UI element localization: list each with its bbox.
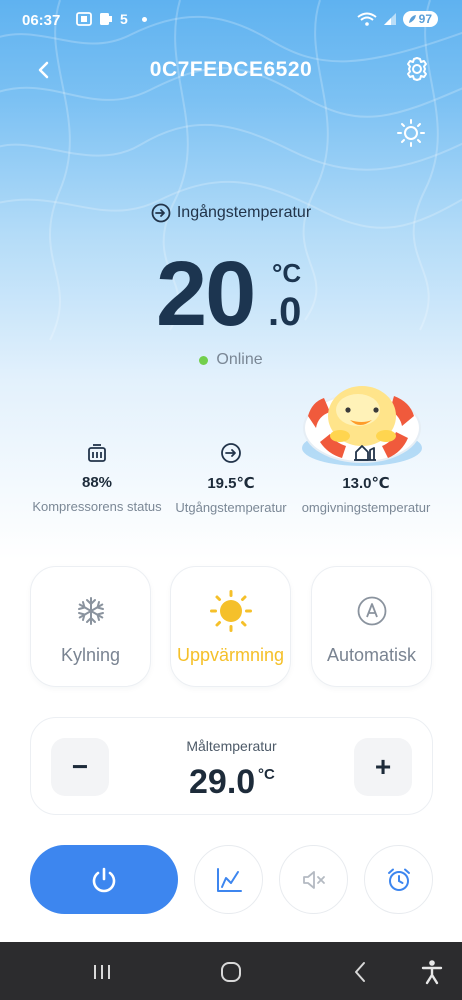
- alarm-clock-icon: [387, 868, 410, 891]
- timer-button[interactable]: [364, 845, 433, 914]
- compressor-label: Kompressorens status: [32, 499, 162, 514]
- recent-apps-button[interactable]: [88, 958, 116, 986]
- mode-heating-button[interactable]: Uppvärmning: [170, 566, 291, 687]
- online-dot: [199, 355, 209, 365]
- page-title: 0C7FEDCE6520: [149, 58, 313, 81]
- inlet-icon: [151, 203, 171, 223]
- battery-indicator: 97: [402, 11, 438, 27]
- battery-saver-icon: [408, 15, 416, 23]
- ambient-label: omgivningstemperatur: [301, 500, 431, 515]
- outlet-value: 19.5℃: [207, 475, 255, 492]
- sun-icon: [397, 119, 425, 147]
- increase-temperature-button[interactable]: +: [354, 738, 412, 796]
- notification-dot: [141, 16, 147, 22]
- snowflake-icon: [31, 593, 150, 629]
- status-bar: 06:37 5 97: [0, 0, 462, 42]
- compressor-icon: [27, 440, 167, 466]
- statistics-button[interactable]: [194, 845, 263, 914]
- target-temperature-unit: °C: [258, 766, 275, 783]
- wifi-icon: [357, 12, 377, 26]
- accessibility-icon: [421, 960, 443, 985]
- mode-auto-button[interactable]: Automatisk: [311, 566, 432, 687]
- screenshot-icon: [76, 12, 92, 26]
- mute-button[interactable]: [279, 845, 348, 914]
- inlet-temperature-label: Ingångstemperatur: [0, 203, 462, 223]
- mode-auto-label: Automatisk: [326, 645, 417, 665]
- home-button[interactable]: [217, 958, 245, 986]
- ambient-stat: 13.0℃ omgivningstemperatur: [296, 440, 436, 515]
- inlet-label-text: Ingångstemperatur: [176, 204, 312, 221]
- online-text: Online: [216, 351, 263, 368]
- app-header: 0C7FEDCE6520: [0, 48, 462, 92]
- outlet-label: Utgångstemperatur: [175, 500, 287, 515]
- chart-icon: [216, 867, 242, 892]
- mode-cooling-label: Kylning: [60, 645, 121, 665]
- ambient-value: 13.0℃: [342, 475, 390, 492]
- home-icon: [221, 962, 241, 982]
- mute-icon: [302, 870, 325, 889]
- back-nav-button[interactable]: [347, 958, 375, 986]
- outlet-stat: 19.5℃ Utgångstemperatur: [161, 440, 301, 515]
- target-temperature-value: 29.0: [189, 763, 256, 801]
- gear-icon: [407, 57, 427, 81]
- battery-level: 97: [418, 12, 432, 26]
- mode-heating-label: Uppvärmning: [176, 645, 285, 665]
- signal-icon: [383, 13, 396, 25]
- status-notifications: 5: [76, 11, 147, 27]
- status-time: 06:37: [22, 12, 61, 29]
- recent-apps-icon: [94, 965, 110, 979]
- target-temperature-card: − Måltemperatur 29.0 °C +: [30, 717, 433, 815]
- temperature-decimal: .0: [268, 290, 302, 334]
- mode-cooling-button[interactable]: Kylning: [30, 566, 151, 687]
- temperature-value: 20: [156, 243, 256, 345]
- back-arrow-icon: [355, 962, 365, 982]
- accessibility-button[interactable]: [418, 958, 446, 986]
- status-system-icons: 97: [357, 11, 438, 27]
- sun-icon: [171, 590, 290, 632]
- power-icon: [92, 867, 116, 892]
- notification-app-icon: [100, 13, 112, 25]
- outlet-icon: [161, 440, 301, 466]
- settings-button[interactable]: [402, 54, 432, 84]
- power-button[interactable]: [30, 845, 178, 914]
- compressor-stat: 88% Kompressorens status: [27, 440, 167, 514]
- temperature-unit: °C: [272, 258, 302, 288]
- theme-toggle-button[interactable]: [396, 118, 426, 148]
- compressor-value: 88%: [81, 474, 113, 491]
- connection-status: Online: [0, 351, 462, 369]
- auto-a-icon: [312, 593, 431, 629]
- notification-count: 5: [120, 11, 128, 27]
- system-navigation-bar: [0, 942, 462, 1000]
